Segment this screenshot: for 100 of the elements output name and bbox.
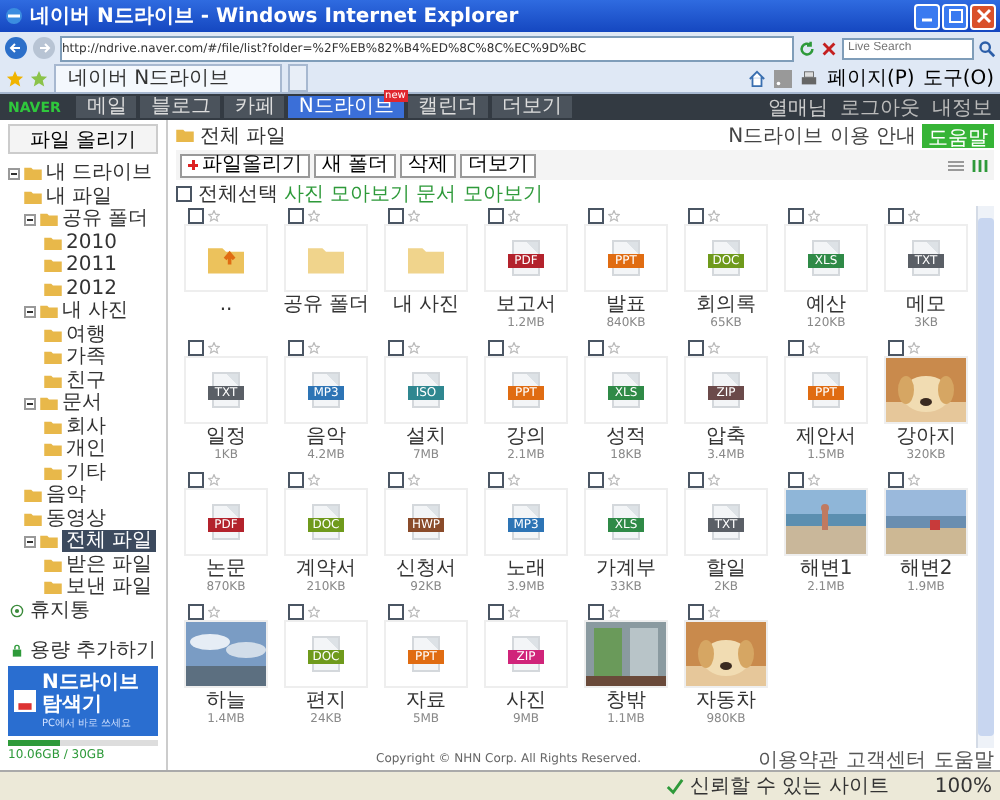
star-icon[interactable]: [308, 605, 320, 617]
star-icon[interactable]: [608, 209, 620, 221]
star-icon[interactable]: [308, 209, 320, 221]
footer-link[interactable]: 고객센터: [846, 745, 926, 773]
checkbox[interactable]: [188, 603, 204, 619]
star-icon[interactable]: [508, 473, 520, 485]
checkbox[interactable]: [388, 471, 404, 487]
minimize-button[interactable]: [914, 3, 940, 29]
checkbox[interactable]: [888, 339, 904, 355]
checkbox[interactable]: [488, 603, 504, 619]
home-icon[interactable]: [748, 69, 767, 87]
checkbox[interactable]: [688, 603, 704, 619]
star-icon[interactable]: [408, 605, 420, 617]
tree-item[interactable]: 회사: [66, 415, 106, 438]
search-icon[interactable]: [978, 39, 996, 57]
feed-icon[interactable]: [774, 69, 793, 87]
star-icon[interactable]: [708, 605, 720, 617]
tree-item[interactable]: 보낸 파일: [66, 576, 153, 599]
checkbox[interactable]: [788, 207, 804, 223]
checkbox[interactable]: [188, 207, 204, 223]
checkbox[interactable]: [588, 207, 604, 223]
toolbar-button[interactable]: 더보기: [460, 153, 537, 177]
star-icon[interactable]: [708, 341, 720, 353]
checkbox[interactable]: [688, 339, 704, 355]
star-icon[interactable]: [608, 605, 620, 617]
footer-link[interactable]: 이용약관: [758, 745, 838, 773]
tree-item[interactable]: 받은 파일: [66, 553, 153, 576]
star-icon[interactable]: [808, 209, 820, 221]
command-menu[interactable]: 페이지(P): [826, 64, 915, 92]
service-tab[interactable]: 카페: [224, 96, 285, 118]
account-link[interactable]: 내정보: [932, 93, 992, 121]
checkbox[interactable]: [588, 603, 604, 619]
tree-item[interactable]: 2012: [66, 277, 117, 300]
service-tab[interactable]: 메일: [76, 96, 137, 118]
checkbox[interactable]: [388, 339, 404, 355]
checkbox[interactable]: [176, 185, 192, 201]
checkbox[interactable]: [788, 471, 804, 487]
collapse-toggle-icon[interactable]: [8, 167, 20, 180]
toolbar-button[interactable]: 파일올리기: [180, 153, 310, 177]
collapse-toggle-icon[interactable]: [24, 213, 36, 226]
checkbox[interactable]: [488, 207, 504, 223]
star-icon[interactable]: [408, 473, 420, 485]
star-icon[interactable]: [408, 341, 420, 353]
star-icon[interactable]: [208, 209, 220, 221]
toolbar-button[interactable]: 삭제: [400, 153, 457, 177]
checkbox[interactable]: [488, 471, 504, 487]
star-icon[interactable]: [708, 473, 720, 485]
checkbox[interactable]: [388, 603, 404, 619]
star-icon[interactable]: [908, 473, 920, 485]
checkbox[interactable]: [788, 339, 804, 355]
tree-item[interactable]: 음악: [46, 484, 86, 507]
star-icon[interactable]: [308, 341, 320, 353]
checkbox[interactable]: [188, 471, 204, 487]
checkbox[interactable]: [188, 339, 204, 355]
account-link[interactable]: 로그아웃: [840, 93, 920, 121]
star-icon[interactable]: [408, 209, 420, 221]
list-view-icon[interactable]: [946, 157, 966, 173]
star-icon[interactable]: [708, 209, 720, 221]
tree-item[interactable]: 문서: [62, 392, 102, 415]
scrollbar[interactable]: [976, 206, 994, 748]
checkbox[interactable]: [288, 471, 304, 487]
browser-tab[interactable]: 네이버 N드라이브: [54, 64, 282, 92]
tree-item[interactable]: 기타: [66, 461, 106, 484]
tree-item[interactable]: 가족: [66, 346, 106, 369]
collapse-toggle-icon[interactable]: [24, 397, 36, 410]
checkbox[interactable]: [688, 207, 704, 223]
star-icon[interactable]: [608, 341, 620, 353]
star-icon[interactable]: [208, 473, 220, 485]
service-tab[interactable]: 더보기: [491, 96, 572, 118]
tree-item[interactable]: 개인: [66, 438, 106, 461]
star-icon[interactable]: [808, 341, 820, 353]
tree-item[interactable]: 휴지통: [30, 599, 90, 622]
checkbox[interactable]: [388, 207, 404, 223]
star-icon[interactable]: [808, 473, 820, 485]
collapse-toggle-icon[interactable]: [24, 535, 36, 548]
tree-item[interactable]: 전체 파일: [62, 530, 157, 553]
star-icon[interactable]: [908, 209, 920, 221]
upload-button[interactable]: 파일 올리기: [8, 124, 158, 154]
checkbox[interactable]: [688, 471, 704, 487]
tree-item[interactable]: 2010: [66, 231, 117, 254]
checkbox[interactable]: [288, 339, 304, 355]
filter-link[interactable]: 사진 모아보기: [284, 179, 411, 207]
tree-item[interactable]: 여행: [66, 323, 106, 346]
command-menu[interactable]: 도구(O): [922, 64, 994, 92]
star-icon[interactable]: [508, 341, 520, 353]
storage-link[interactable]: 용량 추가하기: [30, 639, 157, 662]
checkbox[interactable]: [288, 207, 304, 223]
print-icon[interactable]: [800, 69, 819, 87]
checkbox[interactable]: [288, 603, 304, 619]
checkbox[interactable]: [888, 207, 904, 223]
checkbox[interactable]: [588, 339, 604, 355]
close-button[interactable]: [970, 3, 996, 29]
tree-item[interactable]: 공유 폴더: [62, 208, 149, 231]
service-tab[interactable]: 블로그: [140, 96, 221, 118]
star-icon[interactable]: [208, 605, 220, 617]
footer-link[interactable]: 도움말: [934, 745, 994, 773]
filter-link[interactable]: 문서 모아보기: [416, 179, 543, 207]
tree-item[interactable]: 동영상: [46, 507, 106, 530]
star-icon[interactable]: [508, 605, 520, 617]
refresh-icon[interactable]: [798, 39, 816, 57]
